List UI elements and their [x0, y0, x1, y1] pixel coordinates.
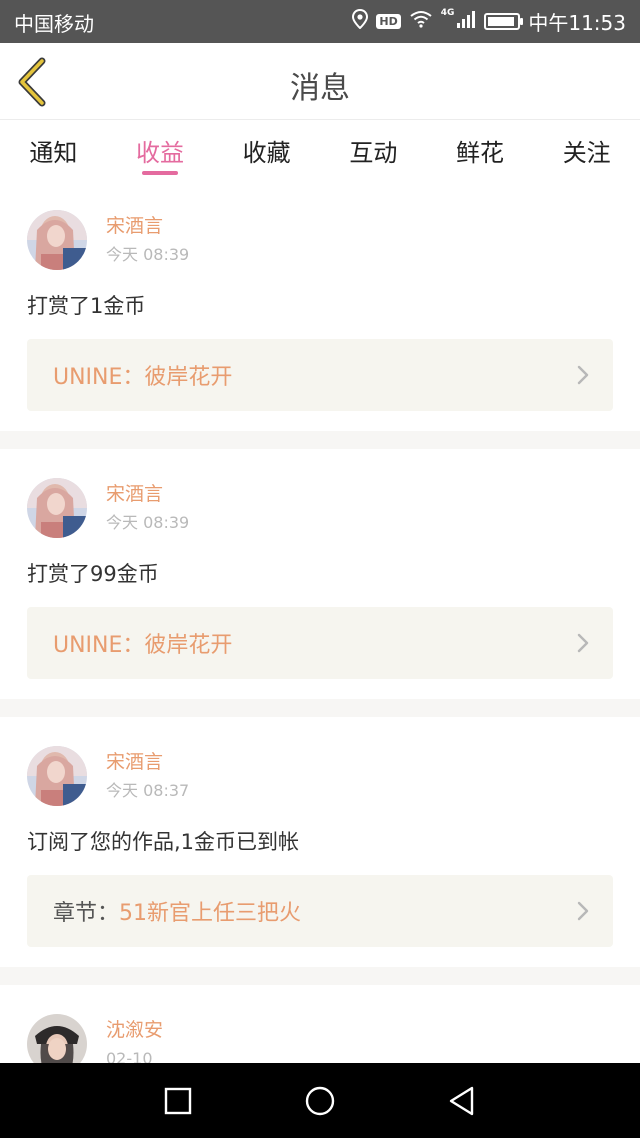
ref-title: 彼岸花开 — [144, 365, 233, 390]
chevron-right-icon — [577, 633, 589, 653]
user-name[interactable]: 宋酒言 — [106, 213, 189, 239]
tab-earnings[interactable]: 收益 — [107, 121, 214, 181]
timestamp: 今天 08:37 — [106, 781, 190, 800]
carrier-label: 中国移动 — [14, 12, 94, 36]
ref-title: 51新官上任三把火 — [119, 901, 302, 926]
system-nav-bar — [0, 1063, 640, 1138]
message-card: 宋酒言 今天 08:39 打赏了1金币 UNINE： 彼岸花开 — [0, 181, 640, 431]
message-card: 宋酒言 今天 08:37 订阅了您的作品,1金币已到帐 章节： 51新官上任三把… — [0, 717, 640, 967]
chevron-right-icon — [577, 901, 589, 921]
user-name[interactable]: 宋酒言 — [106, 749, 189, 775]
clock: 中午11:53 — [528, 10, 626, 35]
tab-notify[interactable]: 通知 — [0, 121, 107, 181]
hd-badge: HD — [376, 13, 401, 29]
square-icon[interactable] — [160, 1083, 196, 1119]
status-icons: HD 4G 中午11:53 — [352, 6, 626, 36]
message-card: 沈溆安 02-10 — [0, 985, 640, 1063]
tab-follows[interactable]: 关注 — [533, 121, 640, 181]
message-feed[interactable]: 宋酒言 今天 08:39 打赏了1金币 UNINE： 彼岸花开 宋酒言 今天 0… — [0, 181, 640, 1063]
location-icon — [352, 8, 369, 34]
tab-interactions[interactable]: 互动 — [320, 121, 427, 181]
circle-icon[interactable] — [302, 1083, 338, 1119]
chevron-right-icon — [577, 365, 589, 385]
signal-icon — [456, 9, 476, 33]
work-link[interactable]: UNINE： 彼岸花开 — [27, 607, 613, 679]
message-card: 宋酒言 今天 08:39 打赏了99金币 UNINE： 彼岸花开 — [0, 449, 640, 699]
tab-favorites[interactable]: 收藏 — [213, 121, 320, 181]
avatar[interactable] — [27, 746, 87, 806]
status-bar: 中国移动 HD 4G 中午11:53 — [0, 0, 640, 43]
tab-bar: 通知 收益 收藏 互动 鲜花 关注 — [0, 121, 640, 181]
ref-prefix: 章节： — [53, 901, 120, 926]
message-text: 打赏了99金币 — [27, 562, 159, 586]
work-link[interactable]: UNINE： 彼岸花开 — [27, 339, 613, 411]
avatar[interactable] — [27, 210, 87, 270]
user-name[interactable]: 宋酒言 — [106, 481, 189, 507]
timestamp: 今天 08:39 — [106, 245, 190, 264]
message-text: 打赏了1金币 — [27, 294, 146, 318]
timestamp: 02-10 — [106, 1049, 153, 1063]
ref-prefix: UNINE： — [53, 633, 145, 658]
battery-icon — [484, 12, 524, 30]
wifi-icon — [409, 9, 433, 33]
avatar[interactable] — [27, 1014, 87, 1063]
page-title: 消息 — [290, 71, 350, 106]
avatar[interactable] — [27, 478, 87, 538]
user-name[interactable]: 沈溆安 — [106, 1017, 163, 1043]
ref-title: 彼岸花开 — [144, 633, 233, 658]
message-text: 订阅了您的作品,1金币已到帐 — [27, 830, 300, 854]
network-type: 4G — [440, 8, 455, 18]
triangle-back-icon[interactable] — [444, 1083, 480, 1119]
app-header: 消息 — [0, 43, 640, 120]
ref-prefix: UNINE： — [53, 365, 145, 390]
tab-flowers[interactable]: 鲜花 — [427, 121, 534, 181]
timestamp: 今天 08:39 — [106, 513, 190, 532]
chapter-link[interactable]: 章节： 51新官上任三把火 — [27, 875, 613, 947]
